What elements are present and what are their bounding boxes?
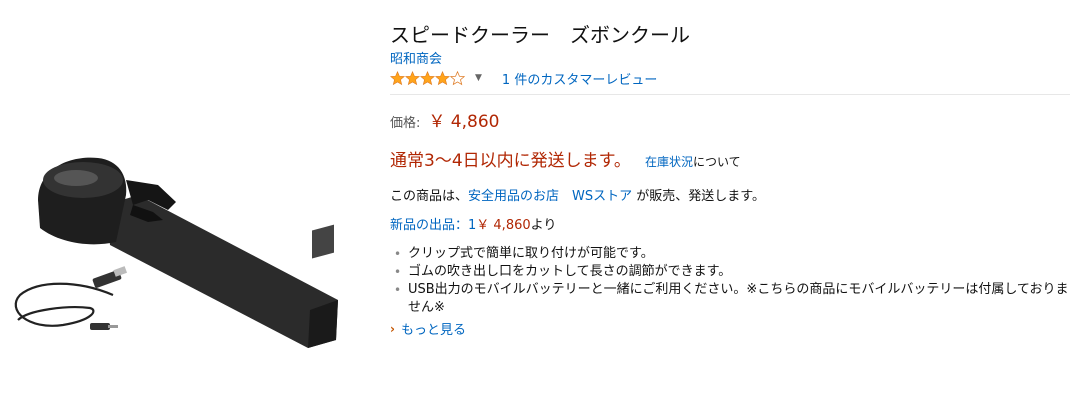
price-value: ￥ 4,860 xyxy=(428,112,500,132)
see-more-label: もっと見る xyxy=(400,323,466,338)
new-offers-link[interactable]: 新品の出品：1￥ 4,860 xyxy=(390,218,531,233)
new-offers-suffix: より xyxy=(530,218,557,233)
divider xyxy=(390,94,1070,95)
rating-row: ▼ 1 件のカスタマーレビュー xyxy=(390,68,1070,88)
review-count-link[interactable]: 1 件のカスタマーレビュー xyxy=(502,69,657,88)
feature-bullets: クリップ式で簡単に取り付けが可能です。 ゴムの吹き出し口をカットして長さの調節が… xyxy=(390,245,1070,317)
product-title: スピードクーラー ズボンクール xyxy=(390,23,690,47)
product-photo xyxy=(14,157,338,348)
new-offers-label: 新品の出品：1 xyxy=(390,218,477,233)
product-detail: スピードクーラー ズボンクール 昭和商会 ▼ 1 件のカスタマーレビュー 価格:… xyxy=(390,22,1070,338)
usb-cable xyxy=(14,282,114,327)
dc-plug xyxy=(90,323,110,330)
fan-highlight xyxy=(54,170,98,186)
new-offers-price: ￥ 4,860 xyxy=(476,218,531,233)
price-row: 価格: ￥ 4,860 xyxy=(390,107,1070,132)
star-filled-icon xyxy=(405,70,420,85)
dc-pin xyxy=(108,325,118,328)
feature-bullet: クリップ式で簡単に取り付けが可能です。 xyxy=(394,245,1070,263)
brand-link[interactable]: 昭和商会 xyxy=(390,51,442,68)
seller-prefix: この商品は、 xyxy=(390,189,469,204)
stock-status-suffix: について xyxy=(692,155,741,169)
seller-info: この商品は、安全用品のお店 WSストア が販売、発送します。 xyxy=(390,185,1070,204)
chevron-right-icon: › xyxy=(390,321,395,336)
star-filled-icon xyxy=(390,70,405,85)
star-rating[interactable] xyxy=(390,70,465,86)
feature-bullet: USB出力のモバイルバッテリーと一緒にご利用ください。※こちらの商品にモバイルバ… xyxy=(394,281,1070,317)
feature-bullet: ゴムの吹き出し口をカットして長さの調節ができます。 xyxy=(394,263,1070,281)
caret-down-icon[interactable]: ▼ xyxy=(475,73,482,83)
new-offers: 新品の出品：1￥ 4,860より xyxy=(390,214,1070,233)
seller-store-link[interactable]: 安全用品のお店 WSストア xyxy=(468,189,632,204)
availability-row: 通常3～4日以内に発送します。 在庫状況 について xyxy=(390,146,1070,171)
star-empty-icon xyxy=(450,70,465,85)
stock-status-link[interactable]: 在庫状況 xyxy=(645,153,693,170)
availability-text: 通常3～4日以内に発送します。 xyxy=(390,151,631,171)
price-label: 価格: xyxy=(390,116,421,131)
duct-outlet xyxy=(312,224,334,259)
star-filled-icon xyxy=(420,70,435,85)
see-more-link[interactable]: › もっと見る xyxy=(390,319,466,339)
product-image[interactable] xyxy=(8,150,378,360)
star-filled-icon xyxy=(435,70,450,85)
seller-suffix: が販売、発送します。 xyxy=(632,189,765,204)
